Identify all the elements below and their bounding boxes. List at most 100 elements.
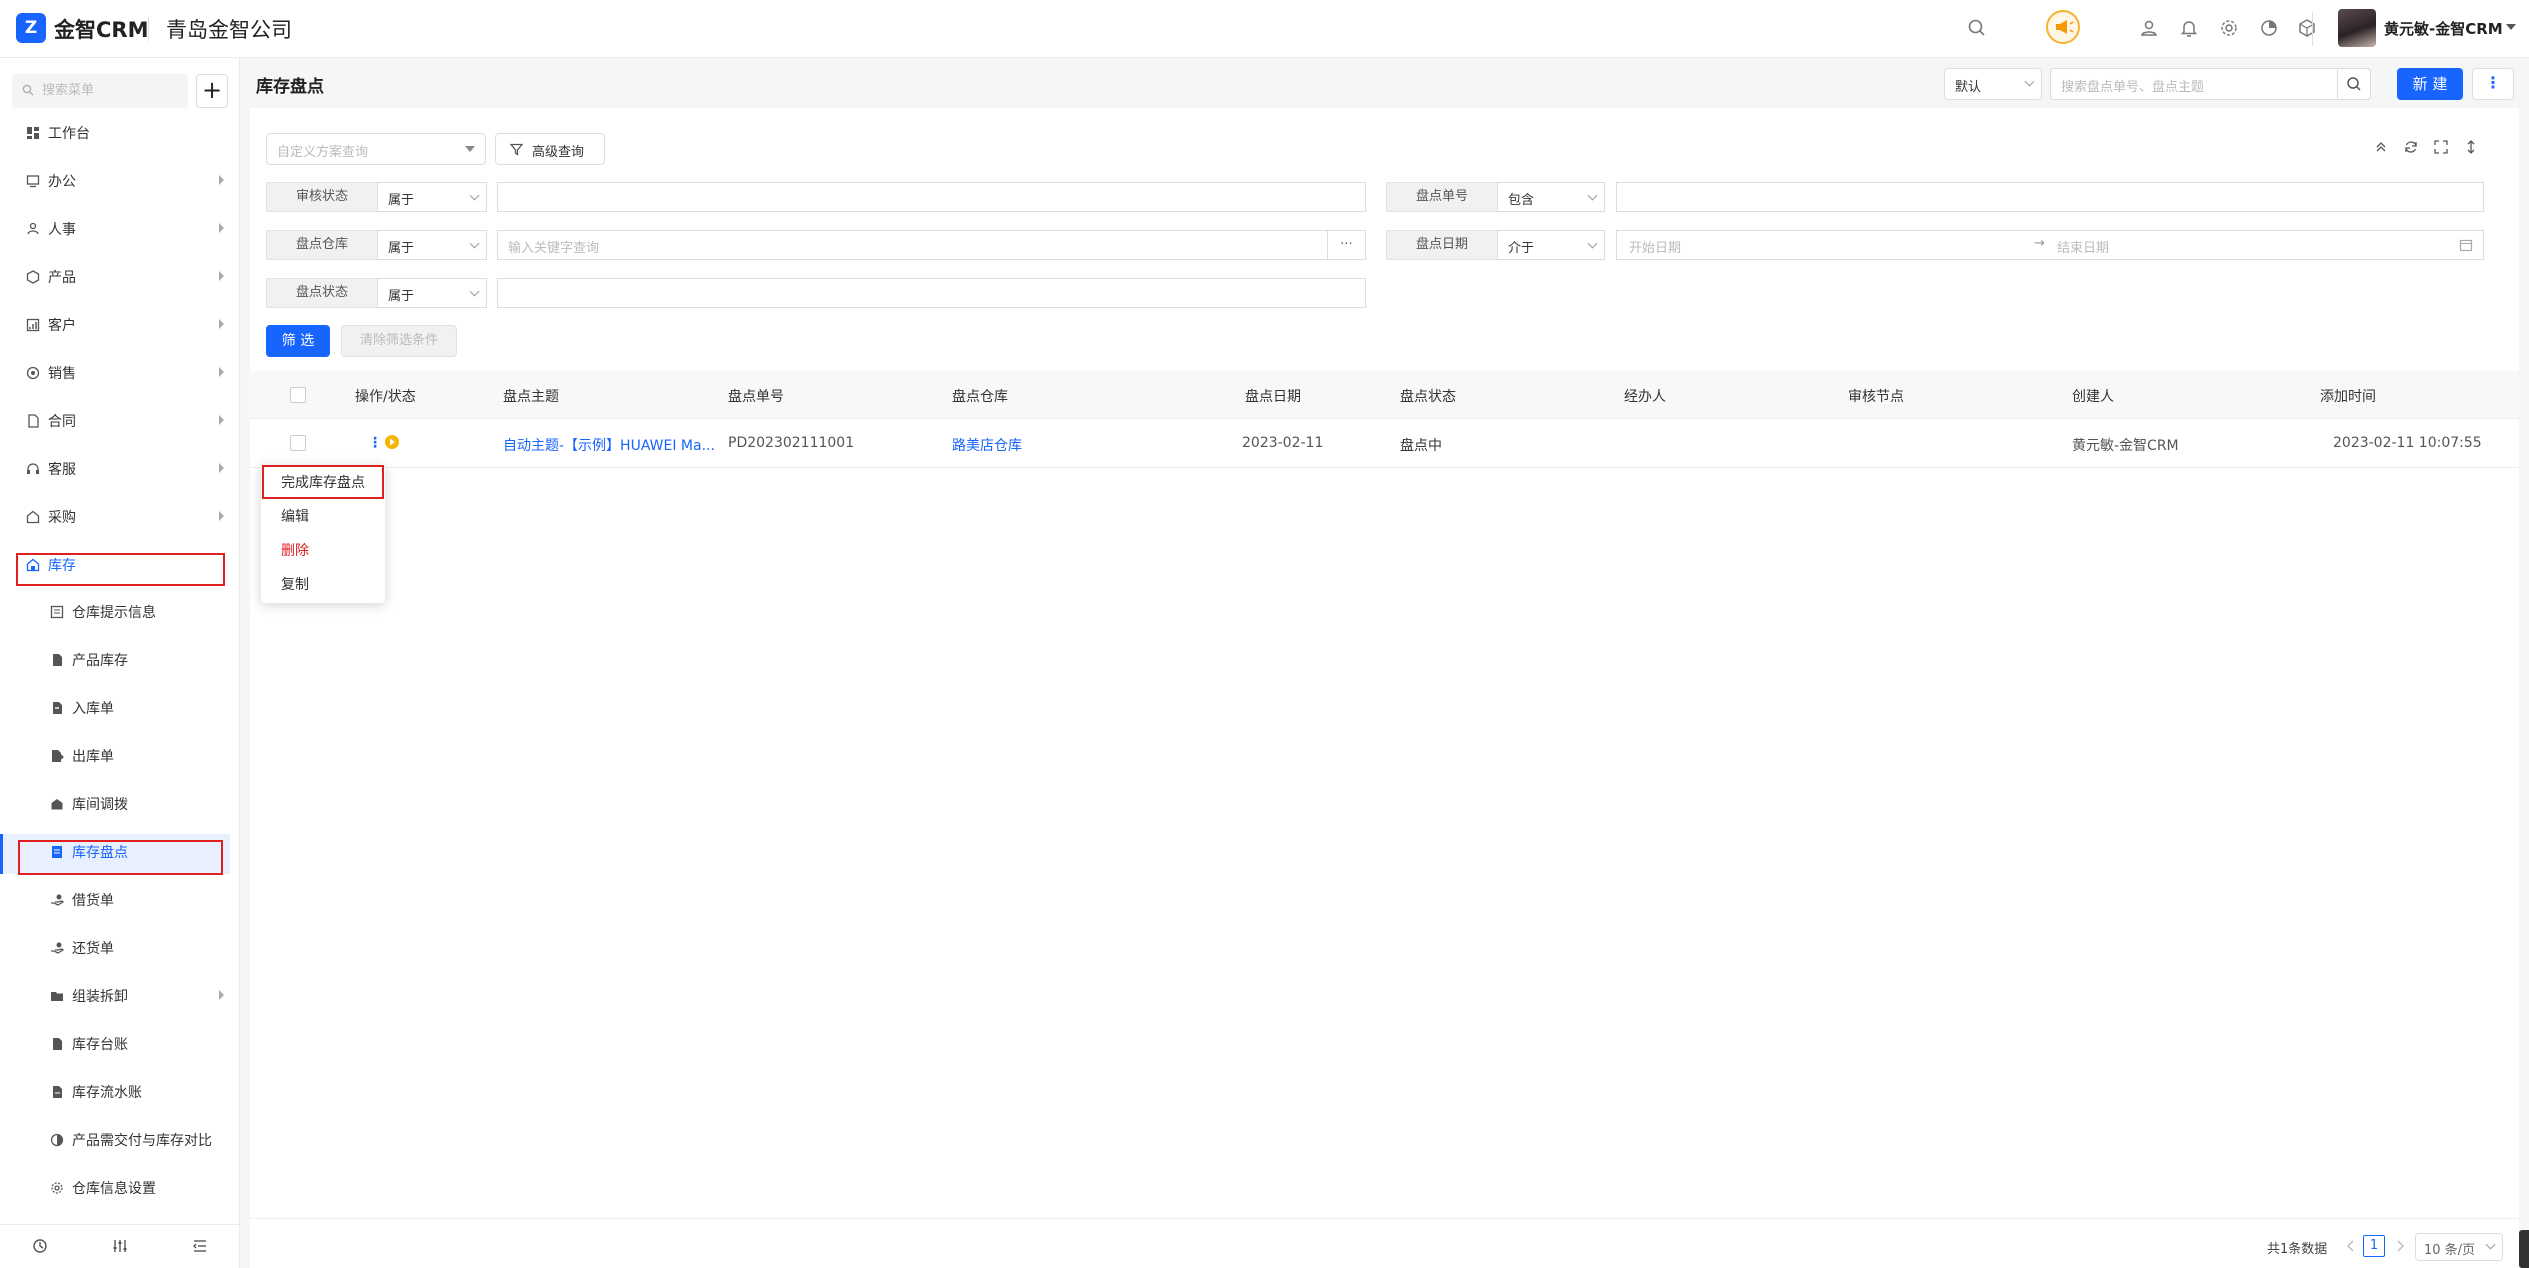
history-icon[interactable] — [32, 1238, 48, 1254]
more-actions-button[interactable]: ⋮ — [2472, 68, 2514, 100]
view-select[interactable]: 默认 — [1944, 68, 2042, 100]
column-header-warehouse[interactable]: 盘点仓库 — [952, 386, 1008, 406]
column-header-op[interactable]: 操作/状态 — [355, 386, 416, 406]
column-header-added[interactable]: 添加时间 — [2320, 386, 2376, 406]
column-header-number[interactable]: 盘点单号 — [728, 386, 784, 406]
sidebar-item-purchase[interactable]: 采购 — [0, 499, 230, 535]
filter-op-audit-status[interactable]: 属于 — [377, 182, 487, 212]
table-header — [250, 371, 2519, 419]
filter-input-warehouse[interactable]: 输入关键字查询 — [497, 230, 1328, 260]
horn-icon[interactable] — [2046, 10, 2080, 44]
sidebar-item-customer[interactable]: 客户 — [0, 307, 230, 343]
sidebar-subitem-product-stock[interactable]: 产品库存 — [0, 642, 230, 678]
sidebar-item-contract[interactable]: 合同 — [0, 403, 230, 439]
collapse-menu-icon[interactable] — [192, 1238, 208, 1254]
row-subject-link[interactable]: 自动主题-【示例】HUAWEI Ma... — [503, 435, 715, 455]
filter-input-stocktake-status[interactable] — [497, 278, 1366, 308]
menu-item-delete[interactable]: 删除 — [281, 540, 309, 560]
column-header-creator[interactable]: 创建人 — [2072, 386, 2114, 406]
row-date: 2023-02-11 — [1242, 435, 1324, 451]
filter-op-warehouse[interactable]: 属于 — [377, 230, 487, 260]
sidebar-item-hr[interactable]: 人事 — [0, 211, 230, 247]
scheme-select-placeholder: 自定义方案查询 — [277, 145, 369, 160]
bell-icon[interactable] — [2178, 17, 2202, 41]
column-header-status[interactable]: 盘点状态 — [1400, 386, 1456, 406]
column-header-date[interactable]: 盘点日期 — [1245, 386, 1301, 406]
sidebar-item-sales[interactable]: 销售 — [0, 355, 230, 391]
chevron-right-icon — [219, 175, 224, 185]
sidebar-subitem-assembly[interactable]: 组装拆卸 — [0, 978, 230, 1014]
add-menu-button[interactable]: + — [196, 74, 228, 108]
column-header-subject[interactable]: 盘点主题 — [503, 386, 559, 406]
sidebar-subitem-ledger[interactable]: 库存台账 — [0, 1026, 230, 1062]
end-date-input[interactable]: 结束日期 — [2057, 237, 2109, 256]
advanced-query-label: 高级查询 — [532, 145, 585, 160]
column-height-icon[interactable] — [2464, 140, 2478, 154]
app-logo-icon[interactable]: Z — [16, 13, 46, 43]
filter-op-stocktake-status[interactable]: 属于 — [377, 278, 487, 308]
row-actions-button[interactable]: ⋮ — [368, 435, 382, 451]
people-icon — [27, 222, 39, 235]
warehouse-picker-button[interactable]: ··· — [1327, 230, 1366, 260]
search-icon — [22, 84, 34, 96]
sidebar-subitem-delivery-compare[interactable]: 产品需交付与库存对比 — [0, 1122, 230, 1158]
filter-button[interactable]: 筛 选 — [266, 325, 330, 357]
filter-op-stocktake-date[interactable]: 介于 — [1497, 230, 1605, 260]
search-icon[interactable] — [1966, 17, 1990, 41]
page-size-select[interactable]: 10 条/页 — [2415, 1233, 2503, 1261]
new-button[interactable]: 新 建 — [2397, 68, 2463, 100]
headset-icon — [27, 463, 39, 474]
clear-filter-button[interactable]: 清除筛选条件 — [341, 325, 457, 357]
column-header-audit-node[interactable]: 审核节点 — [1848, 386, 1904, 406]
start-date-input[interactable]: 开始日期 — [1629, 237, 1681, 256]
chevron-right-icon — [219, 271, 224, 281]
column-header-handler[interactable]: 经办人 — [1624, 386, 1666, 406]
sidebar-subitem-inbound[interactable]: 入库单 — [0, 690, 230, 726]
sidebar-item-service[interactable]: 客服 — [0, 451, 230, 487]
avatar[interactable] — [2338, 9, 2376, 47]
sidebar-item-workbench[interactable]: 工作台 — [0, 115, 230, 151]
side-drawer-handle[interactable] — [2519, 1230, 2529, 1268]
user-name[interactable]: 黄元敏-金智CRM — [2384, 18, 2503, 39]
page-number-current[interactable]: 1 — [2363, 1235, 2385, 1257]
row-warehouse-link[interactable]: 路美店仓库 — [952, 435, 1022, 455]
collapse-up-icon[interactable] — [2374, 140, 2388, 154]
filter-input-stocktake-number[interactable] — [1616, 182, 2484, 212]
row-checkbox[interactable] — [290, 435, 306, 451]
transfer-icon — [51, 799, 63, 810]
sidebar-subitem-return[interactable]: 还货单 — [0, 930, 230, 966]
page-title: 库存盘点 — [256, 77, 324, 97]
menu-search-input[interactable]: 搜索菜单 — [12, 74, 188, 108]
sidebar-subitem-journal[interactable]: 库存流水账 — [0, 1074, 230, 1110]
menu-item-copy[interactable]: 复制 — [281, 574, 309, 594]
pie-chart-icon[interactable] — [2258, 17, 2282, 41]
sidebar-subitem-warehouse-notice[interactable]: 仓库提示信息 — [0, 594, 230, 630]
search-button[interactable] — [2337, 68, 2371, 100]
filter-settings-icon[interactable] — [112, 1238, 128, 1254]
refresh-icon[interactable] — [2404, 140, 2418, 154]
row-status: 盘点中 — [1400, 438, 1442, 454]
sidebar-subitem-borrow[interactable]: 借货单 — [0, 882, 230, 918]
filter-input-audit-status[interactable] — [497, 182, 1366, 212]
scheme-select[interactable]: 自定义方案查询 — [266, 133, 486, 165]
menu-item-complete-stocktake[interactable]: 完成库存盘点 — [281, 472, 365, 492]
contacts-icon[interactable] — [2138, 17, 2162, 41]
next-page-icon[interactable] — [2395, 1240, 2405, 1252]
app-brand[interactable]: 金智CRM — [54, 14, 148, 44]
sidebar-item-product[interactable]: 产品 — [0, 259, 230, 295]
sidebar-subitem-warehouse-settings[interactable]: 仓库信息设置 — [0, 1170, 230, 1206]
sidebar-subitem-transfer[interactable]: 库间调拨 — [0, 786, 230, 822]
cube-icon[interactable] — [2296, 17, 2320, 41]
sidebar-subitem-outbound[interactable]: 出库单 — [0, 738, 230, 774]
record-search-input[interactable]: 搜索盘点单号、盘点主题 — [2050, 68, 2338, 100]
fullscreen-icon[interactable] — [2434, 140, 2448, 154]
select-all-checkbox[interactable] — [290, 387, 306, 403]
menu-item-edit[interactable]: 编辑 — [281, 506, 309, 526]
gear-icon[interactable] — [2218, 17, 2242, 41]
chevron-down-icon[interactable] — [2504, 20, 2518, 34]
filter-op-stocktake-number[interactable]: 包含 — [1497, 182, 1605, 212]
sidebar-item-office[interactable]: 办公 — [0, 163, 230, 199]
advanced-query-button[interactable]: 高级查询 — [495, 133, 605, 165]
date-range-picker[interactable]: 开始日期 → 结束日期 — [1616, 230, 2484, 260]
prev-page-icon[interactable] — [2346, 1240, 2356, 1252]
